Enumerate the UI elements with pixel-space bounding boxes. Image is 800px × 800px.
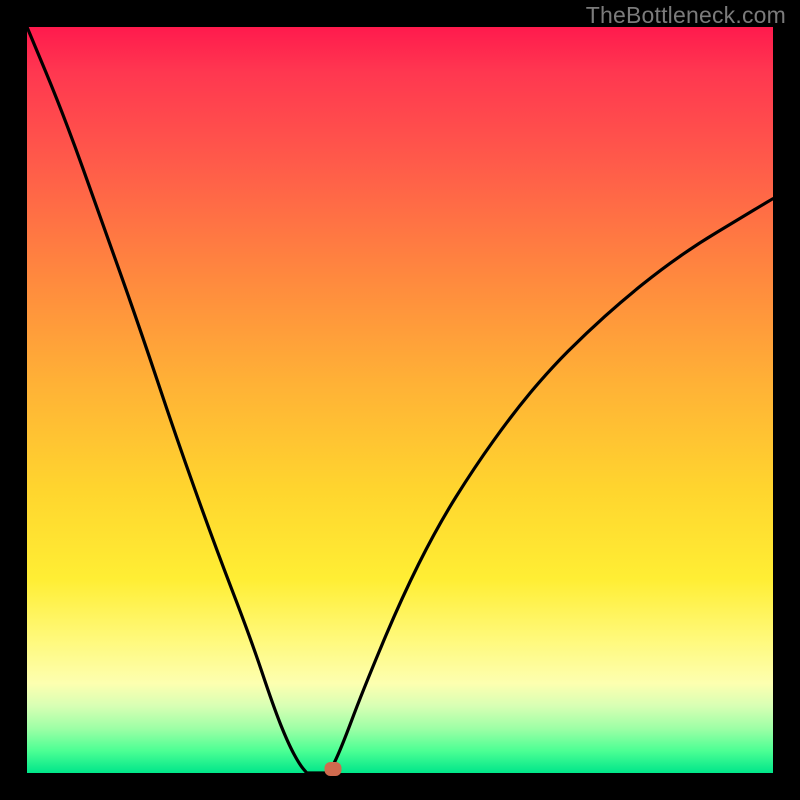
- chart-frame: TheBottleneck.com: [0, 0, 800, 800]
- curve-path: [27, 27, 773, 773]
- minimum-marker: [324, 762, 341, 776]
- plot-area: [27, 27, 773, 773]
- bottleneck-curve: [27, 27, 773, 773]
- watermark-text: TheBottleneck.com: [586, 2, 786, 29]
